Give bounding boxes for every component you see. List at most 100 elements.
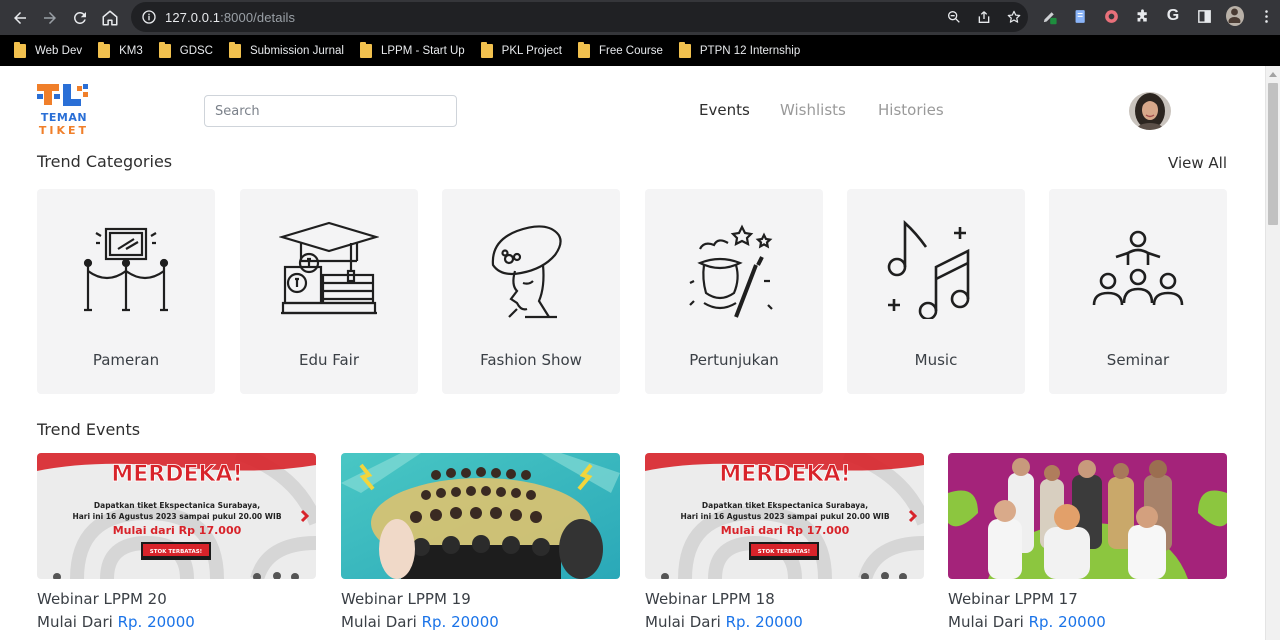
address-bar[interactable]: 127.0.0.1:8000/details bbox=[131, 2, 1028, 32]
bookmark-pkl-project[interactable]: PKL Project bbox=[480, 39, 562, 63]
reload-button[interactable] bbox=[65, 0, 95, 35]
bookmark-web-dev[interactable]: Web Dev bbox=[14, 39, 82, 63]
profile-avatar-icon bbox=[1226, 6, 1244, 26]
browser-toolbar: 127.0.0.1:8000/details G bbox=[0, 0, 1280, 35]
extension-docs[interactable] bbox=[1071, 7, 1089, 25]
document-icon bbox=[1075, 9, 1085, 23]
event-banner-image[interactable]: MERDEKA! Dapatkan tiket Ekspectanica Sur… bbox=[37, 453, 316, 579]
info-icon[interactable] bbox=[141, 9, 157, 25]
audience-icon bbox=[1092, 230, 1184, 306]
bookmark-free-course[interactable]: Free Course bbox=[577, 39, 663, 63]
bookmark-label: PTPN 12 Internship bbox=[699, 44, 801, 57]
puzzle-icon bbox=[1137, 8, 1147, 21]
bookmark-label: Web Dev bbox=[35, 44, 83, 57]
logo-mark-icon: TEMAN TIKET bbox=[37, 84, 88, 137]
fashion-hat-icon bbox=[491, 225, 562, 319]
banner-badge: STOK TERBATAS! bbox=[758, 549, 810, 555]
nav-wishlists[interactable]: Wishlists bbox=[780, 101, 846, 119]
url-host: 127.0.0.1 bbox=[165, 9, 221, 25]
price-prefix: Mulai Dari bbox=[341, 613, 417, 631]
nav-events[interactable]: Events bbox=[699, 101, 750, 119]
price-amount: Rp. 20000 bbox=[1028, 613, 1106, 631]
extension-google[interactable]: G bbox=[1164, 7, 1182, 25]
category-label: Pertunjukan bbox=[689, 351, 779, 369]
bookmark-ptpn-12-internship[interactable]: PTPN 12 Internship bbox=[678, 39, 801, 63]
category-card-edu-fair[interactable]: Edu Fair bbox=[240, 189, 418, 394]
price-prefix: Mulai Dari bbox=[948, 613, 1024, 631]
share-icon[interactable] bbox=[976, 9, 992, 25]
price-amount: Rp. 20000 bbox=[421, 613, 499, 631]
folder-icon bbox=[577, 41, 590, 58]
event-price: Mulai Dari Rp. 20000 bbox=[948, 613, 1106, 631]
event-title[interactable]: Webinar LPPM 20 bbox=[37, 590, 167, 608]
search-input[interactable] bbox=[204, 95, 457, 127]
forward-button[interactable] bbox=[35, 0, 65, 35]
user-avatar[interactable] bbox=[1129, 92, 1171, 130]
zoom-icon[interactable] bbox=[946, 9, 962, 25]
event-price: Mulai Dari Rp. 20000 bbox=[341, 613, 499, 631]
category-card-pameran[interactable]: Pameran bbox=[37, 189, 215, 394]
events-title: Trend Events bbox=[37, 420, 141, 439]
category-card-seminar[interactable]: Seminar bbox=[1049, 189, 1227, 394]
side-panel-button[interactable] bbox=[1195, 7, 1213, 25]
nav-histories[interactable]: Histories bbox=[878, 101, 944, 119]
banner-line-1: Dapatkan tiket Ekspectanica Surabaya, bbox=[94, 501, 260, 510]
bookmark-lppm-start-up[interactable]: LPPM - Start Up bbox=[359, 39, 465, 63]
bookmark-submission-jurnal[interactable]: Submission Jurnal bbox=[228, 39, 344, 63]
bookmark-label: KM3 bbox=[119, 44, 143, 57]
bookmark-label: Submission Jurnal bbox=[249, 44, 344, 57]
kebab-menu-icon bbox=[1264, 9, 1268, 23]
banner-badge: STOK TERBATAS! bbox=[150, 549, 202, 555]
bookmark-star-icon[interactable] bbox=[1006, 9, 1022, 25]
bookmarks-bar: Web Dev KM3 GDSC Submission Jurnal LPPM … bbox=[0, 35, 1280, 66]
bookmark-label: PKL Project bbox=[501, 44, 562, 57]
scroll-up-arrow-icon[interactable] bbox=[1269, 72, 1277, 77]
home-icon bbox=[102, 10, 118, 25]
google-g-icon: G bbox=[1166, 7, 1180, 24]
folder-icon bbox=[228, 41, 241, 58]
banner-line-1: Dapatkan tiket Ekspectanica Surabaya, bbox=[702, 501, 868, 510]
event-banner-image[interactable]: MERDEKA! Dapatkan tiket Ekspectanica Sur… bbox=[645, 453, 924, 579]
teman-tiket-logo[interactable]: TEMAN TIKET bbox=[37, 84, 93, 138]
url-path: :8000/details bbox=[220, 9, 296, 25]
url-text: 127.0.0.1:8000/details bbox=[165, 10, 295, 25]
category-card-fashion-show[interactable]: Fashion Show bbox=[442, 189, 620, 394]
bookmark-label: LPPM - Start Up bbox=[380, 44, 465, 57]
banner-heading: MERDEKA! bbox=[111, 462, 242, 487]
extension-pen[interactable] bbox=[1040, 7, 1058, 25]
bookmark-gdsc[interactable]: GDSC bbox=[158, 39, 213, 63]
menu-button[interactable] bbox=[1257, 7, 1275, 25]
event-title[interactable]: Webinar LPPM 17 bbox=[948, 590, 1078, 608]
category-label: Pameran bbox=[92, 351, 160, 369]
folder-icon bbox=[480, 41, 493, 58]
category-card-pertunjukan[interactable]: Pertunjukan bbox=[645, 189, 823, 394]
event-title[interactable]: Webinar LPPM 18 bbox=[645, 590, 775, 608]
extension-record[interactable] bbox=[1102, 7, 1120, 25]
categories-title: Trend Categories bbox=[37, 152, 173, 171]
banner-line-2: Hari ini 16 Agustus 2023 sampai pukul 20… bbox=[72, 512, 281, 521]
folder-icon bbox=[98, 41, 111, 58]
event-title[interactable]: Webinar LPPM 19 bbox=[341, 590, 471, 608]
pen-icon bbox=[1043, 11, 1057, 24]
back-button[interactable] bbox=[5, 0, 35, 35]
banner-heading: MERDEKA! bbox=[719, 462, 850, 487]
page-viewport: TEMAN TIKET Events Wishlists Histories T… bbox=[0, 66, 1280, 640]
event-banner-image[interactable] bbox=[948, 453, 1227, 579]
category-label: Seminar bbox=[1106, 351, 1170, 369]
event-price: Mulai Dari Rp. 20000 bbox=[37, 613, 195, 631]
folder-icon bbox=[14, 41, 26, 58]
event-banner-image[interactable] bbox=[341, 453, 620, 579]
logo-text-teman: TEMAN bbox=[41, 111, 87, 124]
bookmark-km3[interactable]: KM3 bbox=[98, 39, 143, 63]
bookmark-label: Free Course bbox=[598, 44, 663, 57]
profile-button[interactable] bbox=[1226, 6, 1244, 26]
extensions-button[interactable] bbox=[1133, 7, 1151, 25]
scroll-thumb[interactable] bbox=[1268, 83, 1278, 225]
home-button[interactable] bbox=[95, 0, 125, 35]
music-notes-icon bbox=[887, 220, 970, 319]
price-amount: Rp. 20000 bbox=[117, 613, 195, 631]
page-scrollbar[interactable] bbox=[1265, 66, 1280, 640]
view-all-link[interactable]: View All bbox=[1168, 154, 1227, 172]
magic-hat-icon bbox=[689, 224, 773, 318]
category-card-music[interactable]: Music bbox=[847, 189, 1025, 394]
